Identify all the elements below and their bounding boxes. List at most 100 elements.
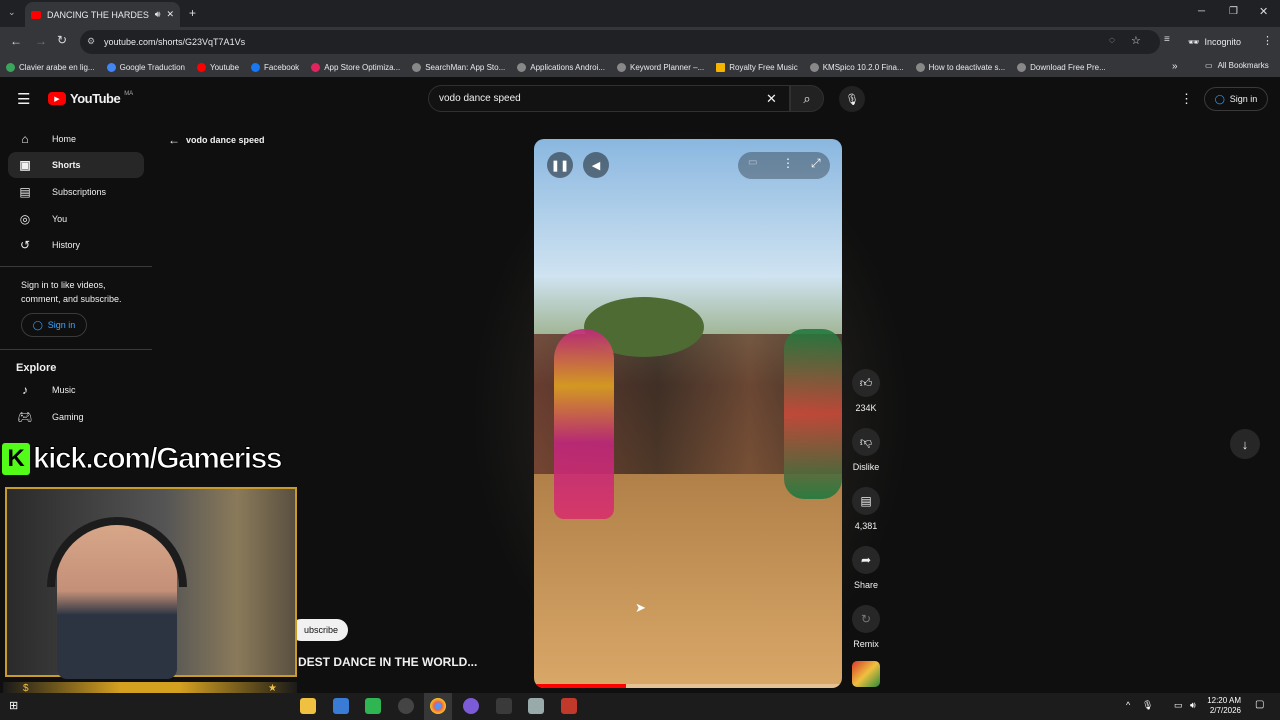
app-icon[interactable] <box>463 698 479 714</box>
pause-button[interactable]: ❚❚ <box>547 152 573 178</box>
dollar-icon: $ <box>23 682 29 694</box>
kick-url: kick.com/Gameriss <box>32 442 283 476</box>
close-window-icon[interactable]: ✕ <box>1259 5 1268 18</box>
search-input[interactable]: vodo dance speed <box>439 93 521 104</box>
bookmark-item[interactable]: Applications Androi... <box>517 62 605 72</box>
tab-search-chevron-icon[interactable]: ⌄ <box>8 7 16 18</box>
share-icon: ➦ <box>852 546 880 574</box>
short-video-player[interactable]: ❚❚ ◀ ▭ ⋮ ⤢ ➤ <box>534 139 842 688</box>
app-icon[interactable] <box>528 698 544 714</box>
bookmark-item[interactable]: Royalty Free Music <box>716 62 798 72</box>
back-icon[interactable]: ← <box>10 34 22 48</box>
app-icon[interactable] <box>398 698 414 714</box>
site-info-icon[interactable]: ⚙ <box>87 36 95 47</box>
file-explorer-icon[interactable] <box>300 698 316 714</box>
browser-tab[interactable]: DANCING THE HARDEST D 🔊︎ ✕ <box>25 2 180 27</box>
captions-icon[interactable]: ▭ <box>748 157 757 168</box>
reload-icon[interactable]: ↻ <box>57 33 67 47</box>
clear-search-icon[interactable]: ✕ <box>766 91 777 107</box>
app-icon[interactable] <box>496 698 512 714</box>
tab-close-icon[interactable]: ✕ <box>166 9 174 20</box>
thumbs-up-icon: 👍︎ <box>852 369 880 397</box>
speaker-icon[interactable]: 🔊︎ <box>155 9 161 20</box>
bookmark-item[interactable]: Facebook <box>251 62 299 72</box>
facebook-icon <box>251 62 261 72</box>
share-button[interactable]: ➦ Share <box>850 546 882 590</box>
app-icon[interactable] <box>561 698 577 714</box>
network-icon[interactable]: ▭ <box>1174 700 1183 711</box>
youtube-logo[interactable]: ▶ YouTube MA <box>48 91 133 106</box>
hamburger-menu-icon[interactable]: ☰ <box>17 90 30 108</box>
more-bookmarks-icon[interactable]: » <box>1172 61 1178 72</box>
bookmark-label: KMSpico 10.2.0 Fina... <box>822 62 904 72</box>
subscriptions-icon: ▤ <box>19 185 31 199</box>
kick-banner: K kick.com/Gameriss <box>2 439 283 479</box>
address-bar[interactable]: ⚙ youtube.com/shorts/G23VqT7A1Vs ◌ ☆ <box>80 30 1160 54</box>
volume-button[interactable]: ◀ <box>583 152 609 178</box>
you-icon: ◎ <box>19 212 31 226</box>
comments-button[interactable]: ▤ 4,381 <box>850 487 882 531</box>
bookmark-item[interactable]: How to deactivate s... <box>915 62 1005 72</box>
eye-off-icon[interactable]: ◌ <box>1109 35 1115 46</box>
search-box[interactable]: vodo dance speed ✕ <box>428 85 790 112</box>
home-icon: ⌂ <box>21 132 29 146</box>
app-icon[interactable] <box>333 698 349 714</box>
bookmark-item[interactable]: KMSpico 10.2.0 Fina... <box>809 62 904 72</box>
bookmark-label: Keyword Planner –... <box>629 62 705 72</box>
sign-in-button[interactable]: ◯ Sign in <box>1204 87 1268 111</box>
browser-menu-icon[interactable]: ⋮ <box>1262 34 1273 47</box>
fullscreen-icon[interactable]: ⤢ <box>811 156 821 171</box>
tray-chevron-icon[interactable]: ^ <box>1126 700 1130 710</box>
notifications-icon[interactable]: ▢ <box>1255 699 1264 710</box>
progress-track[interactable] <box>534 684 842 688</box>
forward-icon[interactable]: → <box>35 34 47 48</box>
start-icon[interactable]: ⊞ <box>9 699 18 712</box>
bookmark-item[interactable]: Youtube <box>196 62 239 72</box>
sidebar-item-gaming[interactable]: 🎮︎ Gaming <box>8 404 144 430</box>
bookmark-item[interactable]: Keyword Planner –... <box>616 62 705 72</box>
sound-thumbnail[interactable] <box>852 661 880 687</box>
bookmark-item[interactable]: Google Traduction <box>106 62 185 72</box>
minimize-icon[interactable]: ─ <box>1198 6 1205 17</box>
sidebar-item-history[interactable]: ↺ History <box>8 232 144 258</box>
new-tab-icon[interactable]: + <box>189 6 196 20</box>
like-button[interactable]: 👍︎ 234K <box>850 369 882 413</box>
sidebar-sign-in-button[interactable]: ◯ Sign in <box>21 313 87 337</box>
remix-button[interactable]: ↻ Remix <box>850 605 882 649</box>
star-icon: ★ <box>268 682 277 694</box>
bookmark-item[interactable]: App Store Optimiza... <box>311 62 400 72</box>
search-back-link[interactable]: ← vodo dance speed <box>168 133 265 147</box>
bookmark-label: SearchMan: App Sto... <box>425 62 506 72</box>
sidebar-item-shorts[interactable]: ▣ Shorts <box>8 152 144 178</box>
bookmark-item[interactable]: Download Free Pre... <box>1017 62 1106 72</box>
settings-dots-icon[interactable]: ⋮ <box>1180 91 1193 107</box>
media-control-icon[interactable]: ≡ <box>1164 34 1170 45</box>
microphone-icon[interactable]: 🎙︎ <box>1142 700 1153 711</box>
bookmark-item[interactable]: SearchMan: App Sto... <box>412 62 506 72</box>
next-short-button[interactable]: ↓ <box>1230 429 1260 459</box>
sidebar-item-home[interactable]: ⌂ Home <box>8 126 144 152</box>
bookmark-star-icon[interactable]: ☆ <box>1131 34 1141 47</box>
all-bookmarks-button[interactable]: ▭ All Bookmarks <box>1205 61 1269 70</box>
explore-heading: Explore <box>16 362 57 374</box>
sidebar-item-music[interactable]: ♪ Music <box>8 377 144 403</box>
sidebar-item-you[interactable]: ◎ You <box>8 206 144 232</box>
microphone-icon: 🎙︎ <box>845 93 859 106</box>
sidebar-divider <box>0 349 152 350</box>
voice-search-button[interactable]: 🎙︎ <box>839 86 865 112</box>
webcam-frame <box>5 487 297 679</box>
windows-taskbar: ⊞ ^ 🎙︎ ▭ 🔊︎ 12:20 AM 2/7/2026 ▢ <box>0 693 1280 720</box>
subscribe-button[interactable]: ubscribe <box>290 619 348 641</box>
incognito-badge[interactable]: 🕶︎ Incognito <box>1188 32 1241 52</box>
dislike-button[interactable]: 👎︎ Dislike <box>850 428 882 472</box>
app-icon[interactable] <box>365 698 381 714</box>
search-button[interactable]: ⌕ <box>790 85 824 112</box>
subscribe-label: ubscribe <box>303 625 338 635</box>
more-options-icon[interactable]: ⋮ <box>782 156 794 170</box>
clock[interactable]: 12:20 AM 2/7/2026 <box>1205 696 1241 716</box>
restore-icon[interactable]: ❐ <box>1229 6 1238 17</box>
sidebar-item-subscriptions[interactable]: ▤ Subscriptions <box>8 179 144 205</box>
volume-icon[interactable]: 🔊︎ <box>1190 700 1196 711</box>
like-count: 234K <box>855 403 877 413</box>
bookmark-item[interactable]: Clavier arabe en lig... <box>6 62 95 72</box>
